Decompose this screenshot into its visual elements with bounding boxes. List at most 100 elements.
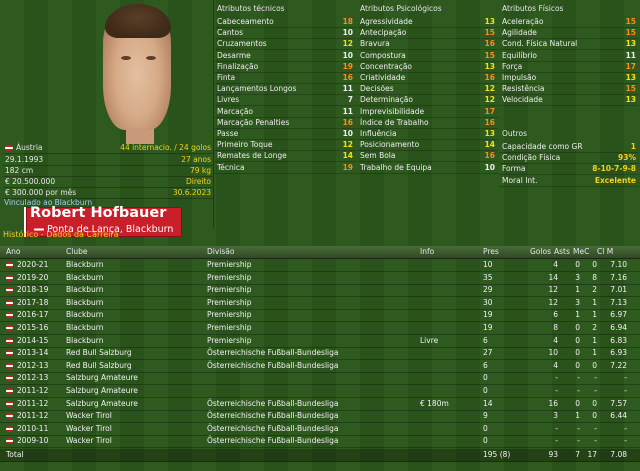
attr-label: Impulsão bbox=[502, 73, 537, 82]
table-cell: 2017-18 bbox=[6, 297, 58, 309]
table-cell: 30 bbox=[483, 297, 493, 307]
table-row[interactable]: 2011-12 Salzburg Amateure Österreichische … bbox=[0, 398, 640, 411]
attr-label: Condição Física bbox=[502, 153, 561, 163]
austria-flag-icon bbox=[6, 388, 13, 394]
attr-label: Remates de Longe bbox=[217, 151, 287, 161]
table-cell: 1 bbox=[592, 297, 597, 307]
table-row[interactable]: 2018-19 Blackburn Premiership 29 12 1 2 7.01 bbox=[0, 284, 640, 298]
attr-label: Influência bbox=[360, 129, 397, 138]
attr-header-outros: Outros bbox=[502, 129, 528, 138]
table-cell: 2 bbox=[592, 323, 597, 332]
table-row[interactable]: 2019-20 Blackburn Premiership 35 14 3 8 7.16 bbox=[0, 272, 640, 285]
attr-row-tecnicos: Cabeceamento 18 bbox=[214, 16, 356, 28]
table-row[interactable]: 2016-17 Blackburn Premiership 19 6 1 1 6.97 bbox=[0, 309, 640, 323]
history-col-cl-m[interactable]: Cl M bbox=[597, 246, 627, 258]
attr-label: Marcação bbox=[217, 106, 254, 116]
table-row[interactable]: 2012-13 Red Bull Salzburg Österreichische … bbox=[0, 360, 640, 373]
attr-value: 12 bbox=[484, 84, 495, 94]
attr-value: 13 bbox=[625, 95, 636, 105]
attr-header-fisicos: Atributos Físicos bbox=[502, 4, 564, 13]
attr-row-outros: Forma 8-10-7-9-8 bbox=[499, 163, 639, 176]
table-cell: 0 bbox=[592, 260, 597, 269]
history-col-info[interactable]: Info bbox=[420, 246, 470, 258]
attr-label: Aceleração bbox=[502, 17, 544, 26]
total-cell: Total bbox=[6, 450, 24, 459]
height: 182 cm bbox=[5, 166, 34, 175]
history-col-ano[interactable]: Ano bbox=[6, 246, 58, 258]
attr-value: 13 bbox=[484, 61, 495, 71]
table-cell: 6.83 bbox=[610, 335, 627, 345]
table-row[interactable]: 2012-13 Salzburg Amateure 0- - - - bbox=[0, 372, 640, 386]
history-col-mec[interactable]: MeC bbox=[573, 246, 597, 258]
attr-row-psicologicos: Agressividade 13 bbox=[357, 16, 498, 28]
attr-label: Compostura bbox=[360, 50, 406, 60]
attr-value: 18 bbox=[342, 17, 353, 26]
attr-label: Cond. Física Natural bbox=[502, 39, 578, 49]
attr-value: 10 bbox=[342, 50, 353, 60]
table-row[interactable]: 2010-11 Wacker Tirol Österreichische Fußba… bbox=[0, 423, 640, 436]
player-portrait bbox=[0, 0, 215, 144]
attr-row-psicologicos: Compostura 15 bbox=[357, 50, 498, 62]
table-cell: Österreichische Fußball-Bundesliga bbox=[207, 423, 339, 433]
contract-note: Vinculado ao Blackburn bbox=[4, 198, 93, 207]
attr-row-fisicos: Velocidade 13 bbox=[499, 94, 639, 107]
table-cell: Wacker Tirol bbox=[66, 423, 112, 433]
table-row[interactable]: 2011-12 Salzburg Amateure 0- - - - bbox=[0, 385, 640, 398]
history-col-pres[interactable]: Pres bbox=[483, 246, 523, 258]
attr-value: 10 bbox=[484, 162, 495, 172]
table-row[interactable]: 2013-14 Red Bull Salzburg Österreichische … bbox=[0, 347, 640, 361]
attr-label: Forma bbox=[502, 164, 526, 174]
table-row[interactable]: 2014-15 Blackburn Premiership Livre 6 4 0 1 6.83 bbox=[0, 335, 640, 348]
attr-label: Concentração bbox=[360, 61, 412, 71]
attr-label: Finalização bbox=[217, 61, 259, 71]
table-cell: 7.57 bbox=[610, 398, 627, 408]
table-cell: 6 bbox=[483, 335, 488, 345]
austria-flag-icon bbox=[6, 262, 13, 268]
table-cell: Blackburn bbox=[66, 272, 104, 282]
table-cell: Wacker Tirol bbox=[66, 411, 112, 421]
table-row[interactable]: 2015-16 Blackburn Premiership 19 8 0 2 6.94 bbox=[0, 322, 640, 335]
table-row[interactable]: 2011-12 Wacker Tirol Österreichische Fußba… bbox=[0, 410, 640, 424]
table-cell: 6.93 bbox=[610, 348, 627, 358]
history-title: Histórico - Dados da Carreira bbox=[3, 230, 119, 239]
table-row[interactable]: 2020-21 Blackburn Premiership 10 4 0 0 7.10 bbox=[0, 259, 640, 272]
attr-value: 16 bbox=[484, 73, 495, 82]
history-col-divisão[interactable]: Divisão bbox=[207, 246, 407, 258]
table-cell: 27 bbox=[483, 348, 493, 358]
table-cell: Blackburn bbox=[66, 310, 104, 320]
table-total-row: Total 195 (8) 93 7 17 7.08 bbox=[0, 449, 640, 462]
preferred-foot: Direito bbox=[185, 177, 211, 186]
history-col-clube[interactable]: Clube bbox=[66, 246, 201, 258]
table-cell: 1 bbox=[592, 348, 597, 358]
attr-row-psicologicos: Trabalho de Equipa 10 bbox=[357, 162, 498, 174]
attr-row-psicologicos: Determinação 12 bbox=[357, 94, 498, 107]
table-row[interactable]: 2017-18 Blackburn Premiership 30 12 3 1 7.13 bbox=[0, 297, 640, 310]
table-cell: 2015-16 bbox=[6, 322, 58, 334]
attr-label: Lançamentos Longos bbox=[217, 84, 297, 94]
table-cell: 1 bbox=[592, 335, 597, 345]
history-header: Ano Clube Divisão Info Pres Golos Asts MeC Cl M bbox=[0, 246, 640, 259]
attr-value: 11 bbox=[342, 84, 353, 94]
attr-row-tecnicos: Cantos 10 bbox=[214, 27, 356, 40]
attr-row-outros: Moral Int. Excelente bbox=[499, 175, 639, 187]
contract-expiry: 30.6.2023 bbox=[172, 188, 211, 197]
table-cell: 14 bbox=[483, 398, 493, 408]
table-cell: € 180m bbox=[420, 398, 449, 408]
attr-label: Antecipação bbox=[360, 28, 407, 38]
table-row[interactable]: 2009-10 Wacker Tirol Österreichische Fußba… bbox=[0, 435, 640, 449]
table-cell: 0 bbox=[483, 386, 488, 395]
attr-value: 10 bbox=[342, 28, 353, 38]
attr-row-psicologicos: Criatividade 16 bbox=[357, 72, 498, 84]
attr-value: 15 bbox=[625, 84, 636, 94]
attr-value: 12 bbox=[484, 95, 495, 105]
table-cell: Österreichische Fußball-Bundesliga bbox=[207, 411, 339, 421]
attr-label: Bravura bbox=[360, 39, 390, 49]
attr-value: 15 bbox=[625, 17, 636, 26]
table-cell: 2 bbox=[592, 285, 597, 295]
attr-label: Sem Bola bbox=[360, 151, 396, 161]
attr-row-tecnicos: Marcação Penalties 16 bbox=[214, 117, 356, 129]
attr-row-psicologicos: Concentração 13 bbox=[357, 61, 498, 73]
weight: 79 kg bbox=[189, 166, 211, 175]
attr-label: Cruzamentos bbox=[217, 39, 267, 49]
attr-row-fisicos: Agilidade 15 bbox=[499, 27, 639, 40]
